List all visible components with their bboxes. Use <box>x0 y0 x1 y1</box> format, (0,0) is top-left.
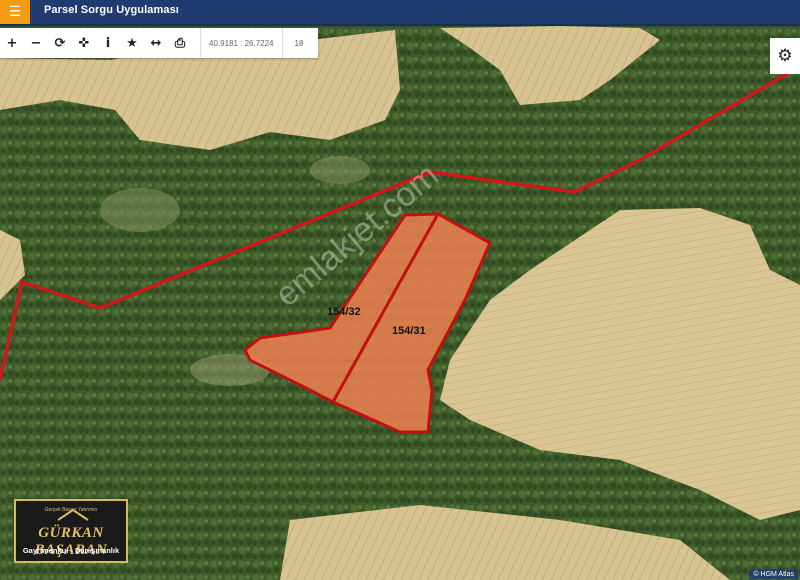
gear-icon[interactable]: ⚙ <box>770 38 800 74</box>
locate-icon[interactable]: ✜ <box>72 28 96 58</box>
map-attribution[interactable]: © HGM Atlas <box>749 570 798 579</box>
star-icon[interactable]: ★ <box>120 28 144 58</box>
map-toolbar: + − ⟳ ✜ i ★ ↔ ⎙ 40.9181 : 26.7224 18 <box>0 28 318 58</box>
clearing <box>100 188 180 232</box>
coordinate-readout: 40.9181 : 26.7224 <box>200 28 283 58</box>
parcel-label-154-32: 154/32 <box>327 306 361 318</box>
clearing <box>310 156 370 184</box>
zoom-in-icon[interactable]: + <box>0 28 24 58</box>
logo-subtitle: Gayrimenkul - Danışmanlık <box>22 546 120 555</box>
company-logo: Gerçek Başarı Yatırımcı GÜRKAN BAŞARAN G… <box>14 499 128 563</box>
info-icon[interactable]: i <box>96 28 120 58</box>
measure-icon[interactable]: ↔ <box>144 28 168 58</box>
parcel-label-154-31: 154/31 <box>392 325 426 337</box>
satellite-map[interactable] <box>0 0 800 580</box>
hamburger-icon[interactable]: ☰ <box>0 0 30 24</box>
app-title: Parsel Sorgu Uygulaması <box>44 4 179 16</box>
house-roof-icon <box>57 508 89 521</box>
zoom-level: 18 <box>294 38 304 48</box>
zoom-out-icon[interactable]: − <box>24 28 48 58</box>
app-header: ☰ Parsel Sorgu Uygulaması <box>0 0 800 26</box>
refresh-icon[interactable]: ⟳ <box>48 28 72 58</box>
print-icon[interactable]: ⎙ <box>168 28 192 58</box>
